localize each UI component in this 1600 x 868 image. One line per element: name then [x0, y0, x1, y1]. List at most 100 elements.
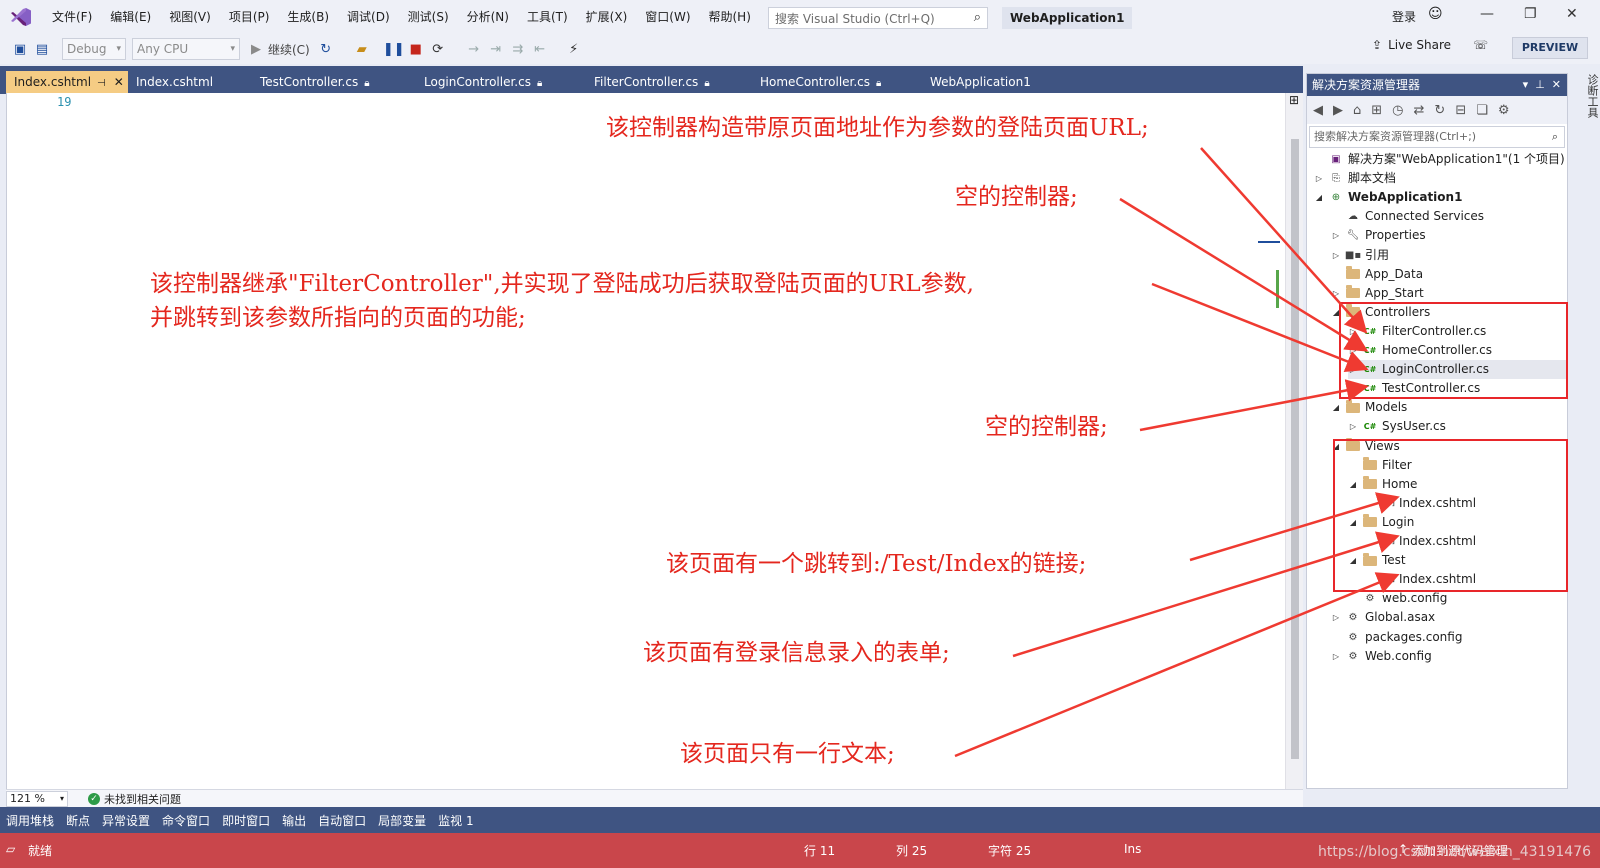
menu-item[interactable]: 窗口(W): [636, 0, 699, 34]
tab-home-controller[interactable]: HomeController.cs 🔒︎: [752, 71, 912, 94]
menu-item[interactable]: 项目(P): [220, 0, 279, 34]
expanded-icon[interactable]: ◢: [1314, 188, 1324, 207]
visual-studio-logo-icon[interactable]: [9, 5, 33, 29]
chevron-down-icon[interactable]: ▾: [1523, 78, 1529, 91]
restart-icon[interactable]: ⟳: [428, 39, 448, 59]
platform-dropdown[interactable]: Any CPU ▾: [132, 38, 240, 60]
collapsed-icon[interactable]: ▷: [1331, 246, 1341, 265]
tree-item[interactable]: ▷ 🔧︎ Properties: [1331, 226, 1426, 245]
tree-item[interactable]: ▷ ⚙ Web.config: [1331, 647, 1432, 666]
tree-item[interactable]: ⚙ web.config: [1348, 589, 1448, 608]
login-link[interactable]: 登录: [1392, 8, 1416, 25]
tree-item[interactable]: App_Data: [1331, 265, 1423, 284]
tree-item[interactable]: ▣ 解决方案"WebApplication1"(1 个项目): [1314, 150, 1564, 169]
search-icon[interactable]: ⌕: [974, 10, 981, 25]
debug-window-tab[interactable]: 异常设置: [102, 812, 150, 829]
step-over-icon[interactable]: ⇉: [508, 39, 528, 59]
scrollbar-thumb[interactable]: [1291, 139, 1299, 759]
preview-button[interactable]: PREVIEW: [1512, 37, 1588, 59]
menu-item[interactable]: 生成(B): [278, 0, 338, 34]
step-out-icon[interactable]: ⇤: [530, 39, 550, 59]
menu-item[interactable]: 帮助(H): [700, 0, 760, 34]
pin-icon[interactable]: ⊥: [1535, 78, 1545, 91]
user-icon[interactable]: ☺: [1428, 6, 1443, 22]
menu-item[interactable]: 视图(V): [160, 0, 220, 34]
play-icon[interactable]: ▶: [246, 39, 266, 59]
continue-button[interactable]: 继续(C): [268, 41, 310, 58]
menu-item[interactable]: 扩展(X): [577, 0, 637, 34]
debug-window-tab[interactable]: 调用堆栈: [6, 812, 54, 829]
debug-window-tab[interactable]: 输出: [282, 812, 306, 829]
close-icon[interactable]: ✕: [1566, 6, 1578, 22]
show-all-files-icon[interactable]: ❏: [1476, 103, 1488, 118]
save-icon[interactable]: ▣: [10, 39, 30, 59]
menu-item[interactable]: 测试(S): [399, 0, 458, 34]
split-icon[interactable]: ⊞: [1289, 93, 1299, 107]
pending-changes-icon[interactable]: ◷: [1392, 103, 1403, 118]
collapsed-icon[interactable]: ▷: [1331, 608, 1341, 627]
home-icon[interactable]: ⌂: [1353, 103, 1361, 118]
search-icon[interactable]: ⌕: [1552, 127, 1558, 147]
tree-item[interactable]: ▷ C# SysUser.cs: [1348, 417, 1446, 436]
tab-test-controller[interactable]: TestController.cs 🔒︎: [252, 71, 412, 94]
tab-index-cshtml[interactable]: Index.cshtml: [128, 71, 248, 94]
diagnostic-tools-tab[interactable]: 诊断工具: [1572, 70, 1600, 789]
tab-webapplication1[interactable]: WebApplication1: [922, 71, 1056, 94]
tab-index-cshtml-active[interactable]: Index.cshtml ⊣ ✕: [6, 71, 128, 94]
refresh-icon[interactable]: ↻: [1434, 103, 1445, 118]
configuration-dropdown[interactable]: Debug ▾: [62, 38, 126, 60]
collapsed-icon[interactable]: ▷: [1331, 647, 1341, 666]
tree-item[interactable]: ◢ Models: [1331, 398, 1407, 417]
menu-item[interactable]: 工具(T): [518, 0, 577, 34]
wrench-icon[interactable]: ⚙: [1498, 103, 1510, 118]
forward-icon[interactable]: ▶: [1333, 103, 1343, 118]
hot-reload-icon[interactable]: ⚡: [564, 39, 584, 59]
sync-icon[interactable]: ⇄: [1414, 103, 1425, 118]
collapsed-icon[interactable]: ▷: [1331, 226, 1341, 245]
refresh-icon[interactable]: ↻: [316, 39, 336, 59]
close-icon[interactable]: ✕: [114, 75, 124, 89]
tab-filter-controller[interactable]: FilterController.cs 🔒︎: [586, 71, 746, 94]
search-input[interactable]: 搜索 Visual Studio (Ctrl+Q) ⌕: [768, 7, 988, 29]
tree-item[interactable]: ☁ Connected Services: [1331, 207, 1484, 226]
debug-window-tab[interactable]: 自动窗口: [318, 812, 366, 829]
tree-item[interactable]: ▷ ■▪ 引用: [1331, 246, 1389, 265]
collapsed-icon[interactable]: ▷: [1331, 284, 1341, 303]
show-next-statement-icon[interactable]: →: [464, 39, 484, 59]
tree-item[interactable]: ▷ App_Start: [1331, 284, 1424, 303]
vertical-scrollbar[interactable]: ⊞: [1285, 93, 1303, 789]
live-share-button[interactable]: ⇪ Live Share ☏: [1372, 38, 1488, 52]
code-editor[interactable]: 19 ⊞: [6, 93, 1303, 789]
debug-window-tab[interactable]: 监视 1: [438, 812, 473, 829]
stop-icon[interactable]: ■: [406, 39, 426, 59]
pause-icon[interactable]: ❚❚: [383, 39, 405, 59]
switch-views-icon[interactable]: ⊞: [1371, 103, 1382, 118]
browser-link-icon[interactable]: ▰: [352, 39, 372, 59]
debug-window-tab[interactable]: 断点: [66, 812, 90, 829]
step-into-icon[interactable]: ⇥: [486, 39, 506, 59]
menu-item[interactable]: 编辑(E): [101, 0, 160, 34]
expanded-icon[interactable]: ◢: [1331, 398, 1341, 417]
solution-explorer-search-input[interactable]: 搜索解决方案资源管理器(Ctrl+;) ⌕: [1309, 126, 1565, 148]
menu-item[interactable]: 调试(D): [338, 0, 399, 34]
tree-item[interactable]: ⚙ packages.config: [1331, 628, 1463, 647]
pin-icon[interactable]: ⊣: [97, 78, 106, 89]
debug-window-tab[interactable]: 局部变量: [378, 812, 426, 829]
restore-icon[interactable]: ❐: [1524, 6, 1537, 22]
save-all-icon[interactable]: ▤: [32, 39, 52, 59]
minimize-icon[interactable]: —: [1480, 6, 1494, 22]
debug-window-tab[interactable]: 命令窗口: [162, 812, 210, 829]
collapsed-icon[interactable]: ▷: [1348, 417, 1358, 436]
feedback-icon[interactable]: ☏: [1473, 38, 1488, 52]
zoom-dropdown[interactable]: 121 % ▾: [6, 790, 68, 807]
menu-item[interactable]: 文件(F): [43, 0, 101, 34]
back-icon[interactable]: ◀: [1313, 103, 1323, 118]
close-icon[interactable]: ✕: [1552, 78, 1561, 91]
tree-item[interactable]: ▷ ⚙ Global.asax: [1331, 608, 1435, 627]
collapse-all-icon[interactable]: ⊟: [1455, 103, 1466, 118]
collapsed-icon[interactable]: ▷: [1314, 169, 1324, 188]
issues-indicator[interactable]: ✓ 未找到相关问题: [88, 791, 181, 807]
tab-login-controller[interactable]: LoginController.cs 🔒︎: [416, 71, 576, 94]
debug-window-tab[interactable]: 即时窗口: [222, 812, 270, 829]
tree-item[interactable]: ▷ ⎘ 脚本文档: [1314, 169, 1396, 188]
